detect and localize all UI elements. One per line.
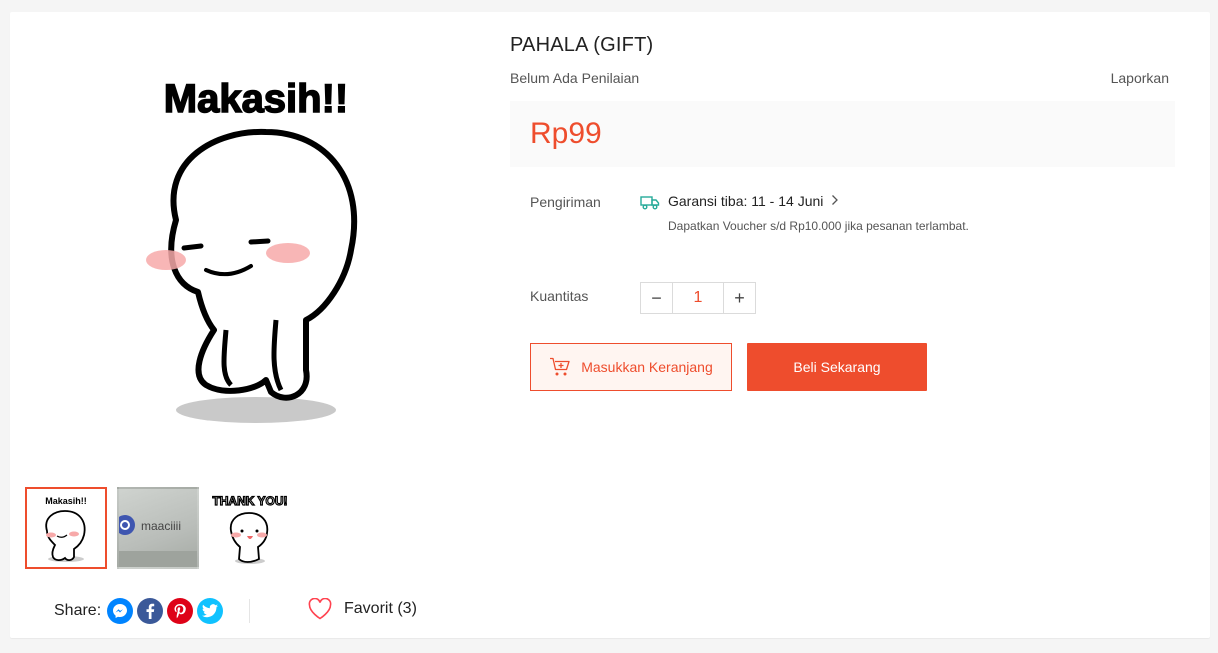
quantity-label: Kuantitas: [530, 288, 589, 304]
cart-add-icon: [550, 357, 570, 376]
pinterest-icon[interactable]: [167, 598, 194, 624]
messenger-icon[interactable]: [107, 598, 134, 624]
buy-now-button[interactable]: Beli Sekarang: [747, 343, 927, 391]
thumbnail-1-caption: Makasih!!: [45, 496, 87, 506]
thumbnail-1[interactable]: Makasih!!: [25, 487, 107, 569]
increment-button[interactable]: +: [724, 283, 755, 313]
maaciii-thumbnail-image: maaciiii: [119, 515, 197, 567]
price-section: Rp99: [510, 101, 1175, 167]
thumbnail-strip: Makasih!! maaciiii THANK YOU!: [25, 487, 291, 569]
favorite-label: Favorit (3): [344, 600, 417, 617]
quantity-stepper: − +: [640, 282, 756, 314]
product-price: Rp99: [530, 117, 602, 150]
favorite-button[interactable]: Favorit (3): [308, 598, 417, 620]
thumbnail-2-caption: maaciiii: [141, 519, 181, 533]
heart-icon: [308, 598, 332, 620]
quantity-input[interactable]: [672, 283, 724, 313]
share-row: Share:: [54, 598, 224, 624]
product-card: Makasih!! Makasih!! maaciiii THANK YOU! …: [10, 12, 1210, 638]
thumbnail-2[interactable]: maaciiii: [117, 487, 199, 569]
sticker-caption: Makasih!!: [164, 77, 349, 121]
main-product-image[interactable]: Makasih!!: [25, 30, 487, 470]
makasih-sticker: Makasih!!: [146, 76, 358, 423]
delivery-guarantee[interactable]: Garansi tiba: 11 - 14 Juni: [668, 193, 839, 209]
twitter-icon[interactable]: [197, 598, 224, 624]
product-title: PAHALA (GIFT): [510, 34, 654, 56]
thumbnail-3-caption: THANK YOU!: [212, 494, 287, 508]
makasih-thumbnail-image: Makasih!!: [45, 496, 87, 562]
voucher-note: Dapatkan Voucher s/d Rp10.000 jika pesan…: [668, 219, 969, 233]
add-to-cart-label: Masukkan Keranjang: [581, 359, 713, 375]
shipping-label: Pengiriman: [530, 194, 601, 210]
add-to-cart-button[interactable]: Masukkan Keranjang: [530, 343, 732, 391]
rating-status: Belum Ada Penilaian: [510, 70, 640, 86]
report-link[interactable]: Laporkan: [1111, 70, 1169, 86]
share-divider: [249, 599, 250, 623]
decrement-button[interactable]: −: [641, 283, 672, 313]
thumbnail-3[interactable]: THANK YOU!: [209, 487, 291, 569]
thank-you-thumbnail-image: THANK YOU!: [212, 493, 288, 564]
truck-icon: [640, 196, 660, 210]
chevron-right-icon: [831, 193, 839, 209]
delivery-guarantee-text: Garansi tiba: 11 - 14 Juni: [668, 193, 824, 209]
share-label: Share:: [54, 602, 102, 619]
facebook-icon[interactable]: [137, 598, 164, 624]
